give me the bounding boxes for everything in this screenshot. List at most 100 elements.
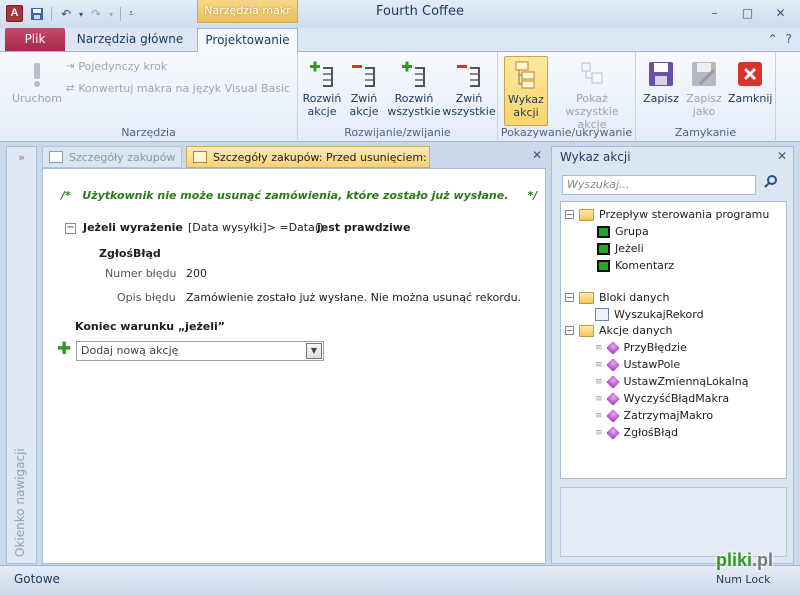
close-macro-button[interactable]: Zamknij xyxy=(728,56,772,105)
if-then-keyword: jest prawdziwe xyxy=(317,221,411,234)
convert-vba-button[interactable]: ⇄ Konwertuj makra na język Visual Basic xyxy=(66,82,290,95)
if-condition[interactable]: [Data wysyłki]> =Data() xyxy=(188,221,323,234)
macro-comment[interactable]: /* Użytkownik nie może usunąć zamówienia… xyxy=(61,189,537,202)
group-close: Zapisz Zapisz jako Zamknij Zamykanie xyxy=(636,52,776,142)
undo-dropdown-icon[interactable]: ▾ xyxy=(77,5,85,23)
expand-all-icon xyxy=(386,56,442,92)
data-action-icon xyxy=(605,357,620,372)
tab-design[interactable]: Projektowanie xyxy=(197,28,298,53)
navigation-pane-label: Okienko nawigacji xyxy=(13,448,27,557)
folder-icon xyxy=(579,324,594,337)
group-label-show-hide: Pokazywanie/ukrywanie xyxy=(500,126,633,139)
close-button[interactable]: ✕ xyxy=(767,3,794,23)
show-all-actions-icon xyxy=(550,56,634,92)
tree-item-set-field[interactable]: ≡ UstawPole xyxy=(595,357,680,372)
tab-home[interactable]: Narzędzia główne xyxy=(70,28,190,52)
action-bullet-icon: ≡ xyxy=(595,376,602,387)
single-step-button[interactable]: ⇥ Pojedynczy krok xyxy=(66,60,167,73)
action-raise-error[interactable]: ZgłośBłąd xyxy=(99,247,161,260)
dropdown-arrow-icon[interactable]: ▼ xyxy=(306,343,322,359)
qat-separator xyxy=(51,7,52,21)
tree-item-set-local-var[interactable]: ≡ UstawZmiennąLokalną xyxy=(595,374,749,389)
tree-folder-data-actions[interactable]: − Akcje danych xyxy=(565,324,673,337)
quick-access-toolbar: ↶ ▾ ↷ ▾ ⩡ xyxy=(28,4,136,24)
ribbon: Uruchom ⇥ Pojedynczy krok ⇄ Konwertuj ma… xyxy=(0,52,800,142)
lookup-record-icon xyxy=(595,308,609,321)
collapse-all-button[interactable]: Zwiń wszystkie xyxy=(442,56,496,118)
navigation-pane[interactable]: » Okienko nawigacji xyxy=(6,146,37,564)
close-document-icon[interactable]: ✕ xyxy=(532,148,542,162)
action-bullet-icon: ≡ xyxy=(595,410,602,421)
flow-action-icon xyxy=(597,242,610,255)
ribbon-right-controls: ⌃ ? xyxy=(768,32,792,46)
tree-item-group[interactable]: Grupa xyxy=(597,225,649,238)
help-icon[interactable]: ? xyxy=(786,32,792,46)
data-action-icon xyxy=(605,340,620,355)
folder-icon xyxy=(579,291,594,304)
flow-action-icon xyxy=(597,259,610,272)
expand-all-button[interactable]: Rozwiń wszystkie xyxy=(386,56,442,118)
group-label-close: Zamykanie xyxy=(674,126,737,139)
error-description-value[interactable]: Zamówienie zostało już wysłane. Nie możn… xyxy=(186,291,521,304)
collapse-node-icon[interactable]: − xyxy=(565,326,574,335)
group-show-hide: Wykaz akcji Pokaż wszystkie akcje Pokazy… xyxy=(498,52,636,142)
tree-item-comment[interactable]: Komentarz xyxy=(597,259,674,272)
maximize-button[interactable]: □ xyxy=(734,3,761,23)
tree-item-stop-macro[interactable]: ≡ ZatrzymajMakro xyxy=(595,408,713,423)
tree-item-lookup-record[interactable]: WyszukajRekord xyxy=(595,308,704,321)
data-action-icon xyxy=(605,408,620,423)
collapse-node-icon[interactable]: − xyxy=(565,210,574,219)
show-all-actions-button[interactable]: Pokaż wszystkie akcje xyxy=(550,56,634,131)
group-label-tools: Narzędzia xyxy=(121,126,176,139)
save-as-button[interactable]: Zapisz jako xyxy=(682,56,726,118)
redo-icon[interactable]: ↷ xyxy=(87,5,105,23)
close-icon xyxy=(728,56,772,92)
action-catalog-title: Wykaz akcji xyxy=(560,150,631,164)
access-app-icon[interactable]: A xyxy=(6,5,23,22)
collapse-node-icon[interactable]: − xyxy=(565,293,574,302)
qat-separator xyxy=(120,7,121,21)
tree-item-clear-macro-error[interactable]: ≡ WyczyśćBłądMakra xyxy=(595,391,729,406)
search-icon[interactable] xyxy=(764,174,778,192)
run-button[interactable]: Uruchom xyxy=(10,56,64,105)
error-number-value[interactable]: 200 xyxy=(186,267,207,280)
tree-item-if[interactable]: Jeżeli xyxy=(597,242,644,255)
save-macro-button[interactable]: Zapisz xyxy=(642,56,680,105)
save-as-icon xyxy=(682,56,726,92)
tree-folder-program-flow[interactable]: − Przepływ sterowania programu xyxy=(565,208,769,221)
tree-item-on-error[interactable]: ≡ PrzyBłędzie xyxy=(595,340,687,355)
action-bullet-icon: ≡ xyxy=(595,393,602,404)
flow-action-icon xyxy=(597,225,610,238)
expand-action-icon xyxy=(300,56,344,92)
end-if-label: Koniec warunku „jeżeli” xyxy=(75,320,226,333)
expand-action-button[interactable]: Rozwiń akcje xyxy=(300,56,344,118)
status-bar: Gotowe Num Lock xyxy=(0,565,800,595)
collapse-action-button[interactable]: Zwiń akcje xyxy=(344,56,384,118)
group-label-expand-collapse: Rozwijanie/zwijanie xyxy=(344,126,451,139)
expand-nav-pane-icon[interactable]: » xyxy=(7,151,36,164)
customize-qat-icon[interactable]: ⩡ xyxy=(126,5,136,23)
tab-file[interactable]: Plik xyxy=(5,28,65,51)
undo-icon[interactable]: ↶ xyxy=(57,5,75,23)
folder-icon xyxy=(579,208,594,221)
tree-item-raise-error[interactable]: ≡ ZgłośBłąd xyxy=(595,425,678,440)
collapse-if-icon[interactable]: − xyxy=(65,223,76,234)
single-step-icon: ⇥ xyxy=(66,61,75,72)
status-text: Gotowe xyxy=(14,572,60,586)
ribbon-tab-row: Plik Narzędzia główne Projektowanie xyxy=(0,28,800,53)
doc-tab-before-delete-macro[interactable]: Szczegóły zakupów: Przed usunięciem: xyxy=(186,146,430,168)
redo-dropdown-icon[interactable]: ▾ xyxy=(107,5,115,23)
close-catalog-icon[interactable]: ✕ xyxy=(777,149,787,163)
tree-folder-data-blocks[interactable]: − Bloki danych xyxy=(565,291,669,304)
minimize-button[interactable]: – xyxy=(701,3,728,23)
window-title: Fourth Coffee xyxy=(375,4,464,19)
doc-tab-purchase-details[interactable]: Szczegóły zakupów xyxy=(42,146,182,168)
catalog-search-input[interactable]: Wyszukaj... xyxy=(562,175,756,195)
data-action-icon xyxy=(605,374,620,389)
error-number-label: Numer błędu xyxy=(105,267,177,280)
save-icon[interactable] xyxy=(28,5,46,23)
minimize-ribbon-icon[interactable]: ⌃ xyxy=(768,32,778,46)
collapse-all-icon xyxy=(442,56,496,92)
add-new-action-select[interactable]: Dodaj nową akcję ▼ xyxy=(76,341,324,361)
action-catalog-button[interactable]: Wykaz akcji xyxy=(504,56,548,126)
